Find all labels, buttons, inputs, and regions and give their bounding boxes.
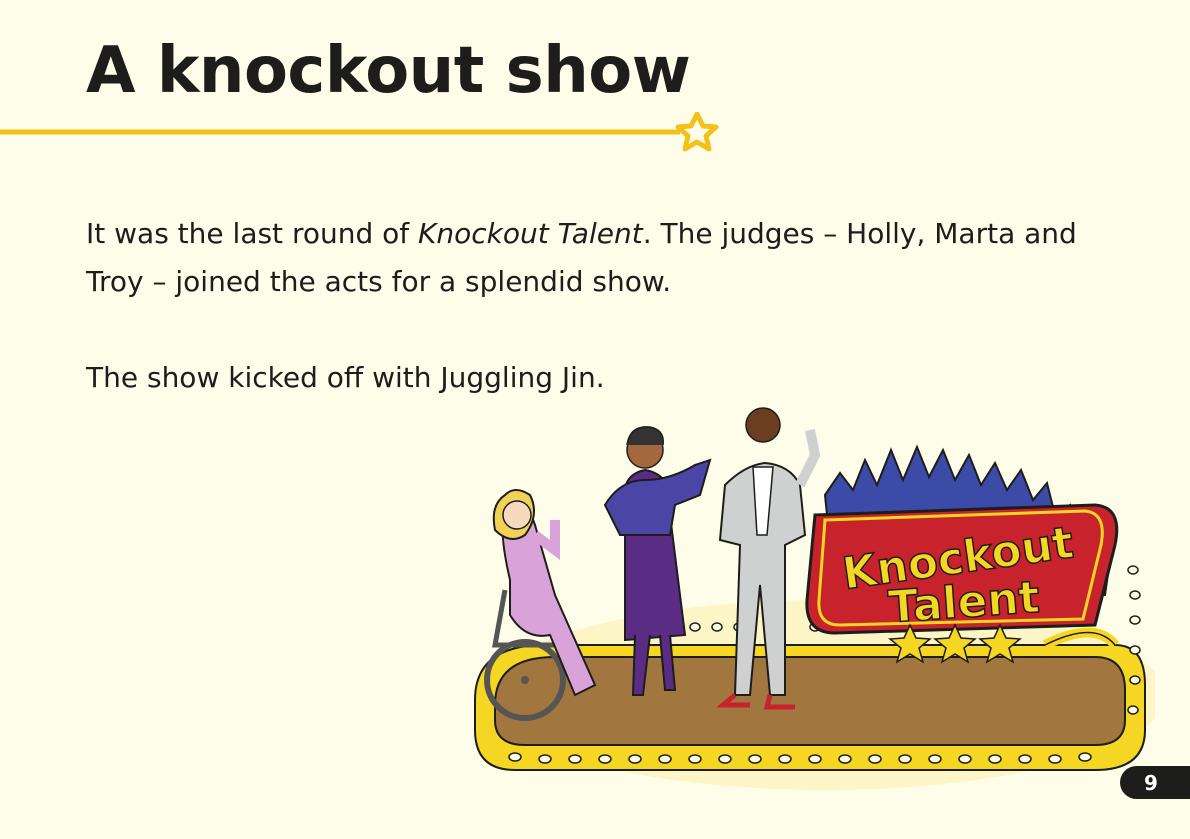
star-icon <box>675 112 719 152</box>
paragraph-1: It was the last round of Knockout Talent… <box>86 217 1077 298</box>
page-number: 9 <box>1120 766 1190 799</box>
title-underline <box>0 112 719 152</box>
page-title: A knockout show <box>86 34 691 108</box>
show-name: Knockout Talent <box>418 217 643 250</box>
stage-illustration: Knockout Talent <box>474 407 1155 790</box>
